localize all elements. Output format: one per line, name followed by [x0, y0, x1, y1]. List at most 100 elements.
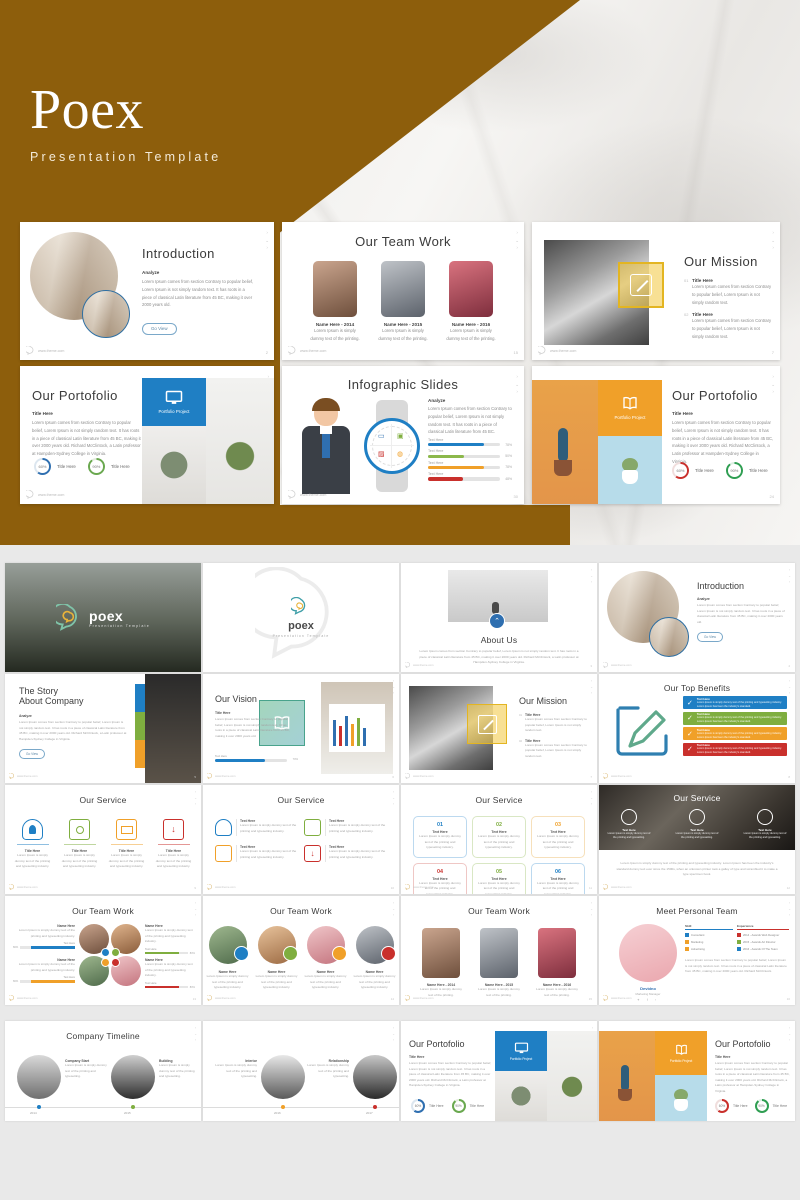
mission-item: 01 Title Here Lorem Ipsum comes from sec…	[519, 713, 591, 734]
timeline-year: 2015	[124, 1111, 131, 1115]
download-icon: ↓	[163, 819, 184, 840]
slide-preview-infographic-slides[interactable]: › ⌄ › Infographic Slides ▭ ▣ ▨ ◍ Analyze…	[282, 366, 524, 504]
portfolio-tile[interactable]: Portfolio Project	[495, 1031, 547, 1071]
service-body: Lorem Ipsum is simply dummy text of the …	[14, 853, 51, 869]
service-body: Lorem Ipsum is simply dummy text of the …	[743, 832, 787, 840]
chevron-up-icon[interactable]: ⌃	[489, 613, 505, 629]
thumb-our-team-work-photos[interactable]: › ⌄ › Our Team Work Name Here - 2014 Lorem…	[401, 896, 597, 1005]
avatar	[313, 261, 357, 317]
slide-preview-introduction[interactable]: › ⌄ › Introduction Analyze Lorem Ipsum com…	[20, 222, 274, 360]
service-item: Text Here Lorem Ipsum is simply dummy te…	[742, 809, 788, 840]
slide-preview-our-mission[interactable]: › ⌄ › Our Mission 01 Title Here Lorem Ipsu…	[532, 222, 780, 360]
thumb-introduction[interactable]: › ⌄ › Introduction Analyze Lorem Ipsum com…	[599, 563, 795, 672]
thumb-our-service-numbers[interactable]: › ⌄ › Our Service 01 Text Here Lorem Ipsum…	[401, 785, 597, 894]
slide-preview-our-team-work[interactable]: › ⌄ › Our Team Work Name Here - 2014 Lorem…	[282, 222, 524, 360]
service-number-card: 01 Text Here Lorem Ipsum is simply dummy…	[413, 816, 467, 858]
go-view-button[interactable]: Go View	[697, 632, 723, 643]
logo-wordmark: poex	[89, 607, 123, 624]
progress-bar-percent: 80%	[189, 951, 195, 955]
logo-wordmark: poex	[288, 620, 314, 632]
mission-item-body: Lorem Ipsum comes from section Contrary …	[692, 318, 772, 339]
thumb-cover-light[interactable]: poex Presentation Template	[203, 563, 399, 672]
watermark: www.theme.com	[288, 490, 326, 499]
thumb-the-story-about-company[interactable]: ›⌄› The Story About Company Analyze Lore…	[5, 674, 201, 783]
slide-dots-icon: ›⌄›	[590, 790, 593, 806]
slide-title-line1: The Story	[19, 686, 59, 696]
slide-preview-our-portofolio-orange[interactable]: › ⌄ › Portfolio Project Our Portofolio T…	[532, 366, 780, 504]
stat-ring: 90%	[754, 1099, 769, 1113]
thumb-cover-dark[interactable]: poex Presentation Template	[5, 563, 201, 672]
stat-label: Title Here	[57, 464, 76, 469]
progress-bar-percent: 70%	[292, 758, 298, 762]
watermark: www.theme.com	[26, 490, 64, 499]
progress-bar-label: Text Here	[428, 460, 444, 465]
experience-label: 2014 - Awards Web Designer	[743, 933, 780, 937]
benefit-body: Lorem Ipsum is simply dummy text of the …	[696, 700, 782, 708]
camera-icon: ▣	[397, 433, 404, 440]
check-icon: ✓	[687, 699, 693, 707]
service-body: Lorem Ipsum is simply dummy text of the …	[675, 832, 719, 840]
timeline-body: Lorem Ipsum is simply dummy text of the …	[307, 1063, 349, 1079]
benefit-row: ✓ Text Here Lorem Ipsum is simply dummy …	[683, 711, 787, 725]
team-member: Name Here - 2014 Lorem Ipsum is simply d…	[419, 928, 463, 998]
timeline-dot	[281, 1105, 285, 1109]
thumb-our-service-icons[interactable]: › ⌄ › Our Service Title Here Lorem Ipsum i…	[5, 785, 201, 894]
slide-subtitle: Analyze	[428, 398, 446, 403]
service-item: Title Here Lorem Ipsum is simply dummy t…	[60, 819, 100, 870]
slide-dots-icon: ›⌄›	[515, 374, 519, 395]
page-subtitle: Presentation Template	[30, 150, 222, 164]
portfolio-tile[interactable]: Portfolio Project	[655, 1031, 707, 1075]
thumb-our-mission[interactable]: › ⌄ › Our Mission 01 Title Here Lorem Ipsu…	[401, 674, 597, 783]
go-view-button[interactable]: Go View	[142, 322, 177, 335]
thumb-our-team-work-icons[interactable]: › ⌄ › Our Team Work Name Here Lorem Ipsum …	[203, 896, 399, 1005]
thumb-company-timeline[interactable]: › ⌄ › Company Timeline Company Start Lorem…	[5, 1021, 201, 1121]
progress-bar-percent: 80%	[13, 946, 19, 950]
edit-icon	[630, 274, 652, 296]
progress-bar-percent: 78%	[505, 442, 512, 447]
thumb-our-top-benefits[interactable]: › ⌄ › Our Top Benefits ✓ Text Here Lorem I…	[599, 674, 795, 783]
thumb-our-service-list[interactable]: › ⌄ › Our Service Text Here Lorem Ipsum is…	[203, 785, 399, 894]
thumb-our-service-photo[interactable]: ›⌄› Our Service Text Here Lorem Ipsum is…	[599, 785, 795, 894]
thumb-our-portofolio-orange[interactable]: › ⌄ › Portfolio Project Our Portofolio Tit…	[599, 1021, 795, 1121]
poex-logo-icon	[56, 603, 77, 631]
mission-item: 02 Title Here Lorem Ipsum comes from sec…	[519, 739, 591, 760]
watermark-text: www.theme.com	[215, 774, 236, 778]
thumb-our-team-work-bars[interactable]: › ⌄ › Our Team Work Name Here Lorem Ipsum …	[5, 896, 201, 1005]
succulent-photo	[495, 1071, 547, 1121]
team-member: Name Here Lorem Ipsum is simply dummy te…	[13, 958, 75, 983]
slide-subtitle: Title Here	[215, 711, 231, 715]
plant-blue-photo	[655, 1075, 707, 1121]
slide-title: Our Vision	[215, 694, 257, 704]
benefit-row: ✓ Text Here Lorem Ipsum is simply dummy …	[683, 742, 787, 756]
thumb-about-us[interactable]: › ⌄ › ⌃ About Us Lorem Ipsum comes from se…	[401, 563, 597, 672]
monitor-icon	[215, 845, 232, 862]
timeline-year: 2017	[366, 1111, 373, 1115]
thumb-meet-personal-team[interactable]: › ⌄ › Meet Personal Team Devidno Marketing…	[599, 896, 795, 1005]
skill-label: Advertising	[691, 947, 705, 951]
slide-preview-our-portofolio-blue[interactable]: › Our Portofolio Title Here Lorem Ipsum …	[20, 366, 274, 504]
stat-percent: 60%	[718, 1104, 726, 1108]
progress-bar-row: Text Here 48%	[428, 472, 512, 481]
avatar	[480, 928, 518, 978]
slide-dots-icon: ›⌄›	[194, 790, 197, 806]
monitor-icon	[282, 946, 298, 961]
progress-bar-label: Text Here	[145, 981, 157, 985]
portfolio-tile[interactable]: Portfolio Project	[142, 378, 206, 426]
stat-percent: 90%	[92, 464, 101, 469]
team-member: Name Here Lorem Ipsum is simply dummy te…	[255, 926, 299, 991]
team-member: Name Here Lorem Ipsum is simply dummy te…	[13, 924, 75, 949]
service-body: Lorem Ipsum is simply dummy text of the …	[240, 823, 297, 833]
go-view-button[interactable]: Go View	[19, 749, 45, 760]
team-member-body: Lorem Ipsum is simply dummy text of the …	[378, 328, 428, 341]
service-item: Title Here Lorem Ipsum is simply dummy t…	[13, 819, 53, 870]
slide-body: Lorem Ipsum comes from section Contrary …	[428, 406, 512, 435]
slide-page-number: 3	[590, 664, 592, 668]
thumb-our-vision[interactable]: ›⌄› Our Vision Title Here Lorem Ipsum	[203, 674, 399, 783]
thumb-company-timeline-2[interactable]: › ⌄ › Interior Lorem Ipsum is simply dummy…	[203, 1021, 399, 1121]
progress-bar-track	[145, 985, 188, 989]
poex-logo-icon	[26, 490, 34, 499]
portfolio-tile[interactable]: Portfolio Project	[598, 380, 662, 436]
slide-page-number: 15	[588, 997, 592, 1001]
thumb-our-portofolio-blue[interactable]: › Our Portofolio Title Here Lorem Ipsum …	[401, 1021, 597, 1121]
timeline-photo	[353, 1055, 397, 1099]
